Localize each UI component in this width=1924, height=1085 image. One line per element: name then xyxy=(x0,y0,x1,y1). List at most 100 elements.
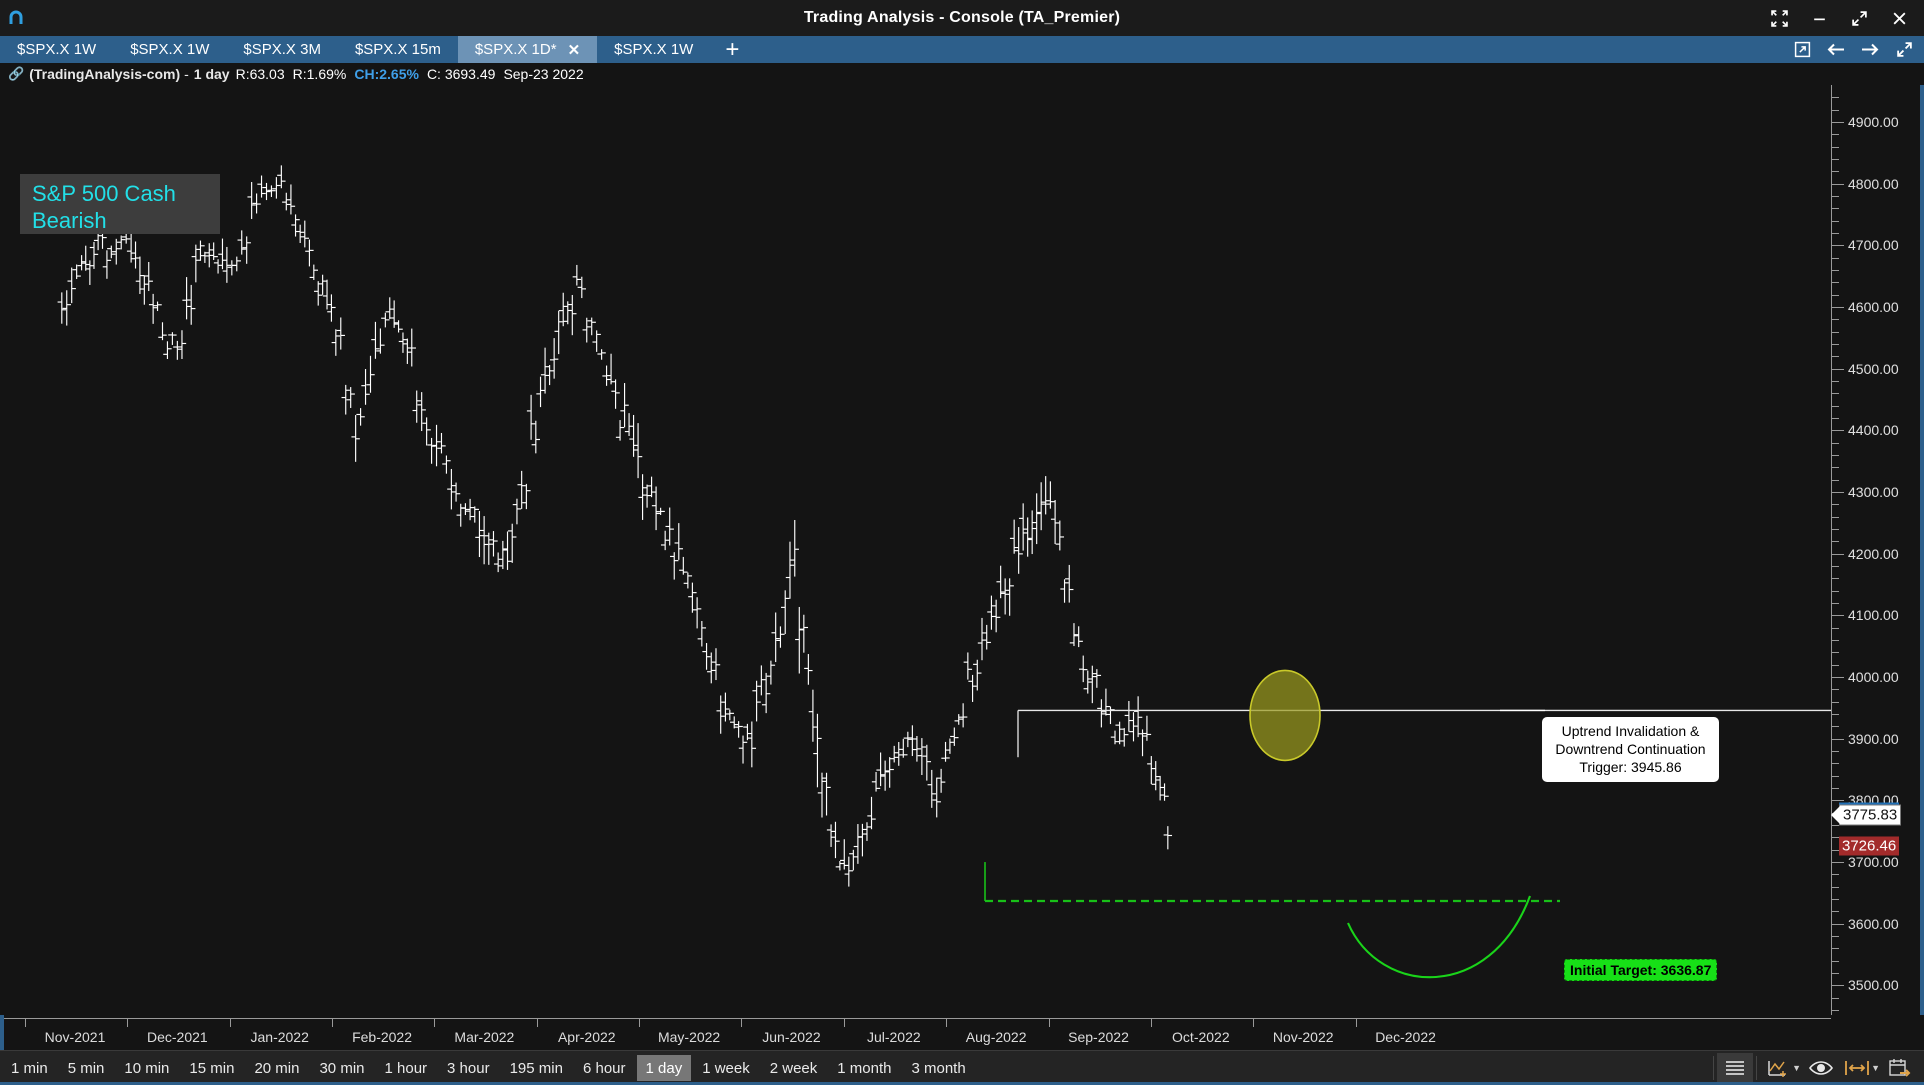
time-tick xyxy=(536,1018,538,1027)
info-date: Sep-23 2022 xyxy=(503,66,584,82)
time-tick-label: Sep-2022 xyxy=(1068,1029,1129,1045)
timeframe-button-1-day[interactable]: 1 day xyxy=(636,1055,692,1081)
breakdown-highlight-ellipse[interactable] xyxy=(1249,669,1321,762)
price-minor-tick xyxy=(1831,714,1839,716)
price-tick-label: 4900.00 xyxy=(1848,114,1899,130)
price-minor-tick xyxy=(1831,331,1839,333)
timeframe-button-1-hour[interactable]: 1 hour xyxy=(376,1055,437,1081)
tab-close-icon[interactable]: ✕ xyxy=(568,41,581,59)
chart-tools-group: ▼ ▼ xyxy=(1710,1051,1918,1085)
forward-arrow-icon[interactable] xyxy=(1858,38,1882,62)
calendar-forward-icon[interactable] xyxy=(1882,1053,1918,1083)
tab-spx-1w-a[interactable]: $SPX.X 1W xyxy=(0,36,113,63)
tab-spx-1w-b[interactable]: $SPX.X 1W xyxy=(113,36,226,63)
study-label-line1: S&P 500 Cash xyxy=(32,181,176,206)
price-minor-tick xyxy=(1831,788,1839,790)
price-minor-tick xyxy=(1831,393,1839,395)
close-icon[interactable] xyxy=(1880,1,1918,35)
price-minor-tick xyxy=(1831,418,1839,420)
price-minor-tick xyxy=(1831,726,1839,728)
time-axis-edge xyxy=(0,1015,4,1050)
price-minor-tick xyxy=(1831,146,1839,148)
price-tick xyxy=(1831,307,1844,309)
price-tick-label: 4600.00 xyxy=(1848,299,1899,316)
fit-dropdown-caret-icon[interactable]: ▼ xyxy=(1871,1063,1880,1073)
chart-info-bar: 🔗 (TradingAnalysis-com) - 1 day R:63.03 … xyxy=(0,63,1924,85)
time-tick xyxy=(1253,1018,1255,1027)
time-axis[interactable]: Nov-2021 Dec-2021 Jan-2022 Feb-2022 Mar-2022… xyxy=(0,1015,1924,1050)
visibility-eye-icon[interactable] xyxy=(1803,1053,1839,1083)
time-tick xyxy=(1355,1018,1357,1027)
tab-spx-15m[interactable]: $SPX.X 15m xyxy=(338,36,458,63)
timeframe-button-15-min[interactable]: 15 min xyxy=(180,1055,243,1081)
tab-bar-controls xyxy=(1790,36,1920,63)
timeframe-button-1-week[interactable]: 1 week xyxy=(693,1055,759,1081)
price-minor-tick xyxy=(1831,109,1839,111)
price-tick xyxy=(1831,738,1844,740)
timeframe-button-5-min[interactable]: 5 min xyxy=(59,1055,114,1081)
prev-close-marker[interactable]: 3726.46 xyxy=(1839,836,1900,856)
price-tick-label: 3500.00 xyxy=(1848,977,1899,994)
popout-window-icon[interactable] xyxy=(1790,38,1814,62)
price-axis[interactable]: 4900.00 4800.00 4700.00 4600.00 4500.00 4400.… xyxy=(1831,85,1924,1015)
tab-label: $SPX.X 1D* xyxy=(474,41,557,58)
price-minor-tick xyxy=(1831,516,1839,518)
callout-line1: Uptrend Invalidation & xyxy=(1561,723,1700,739)
price-tick-label: 4300.00 xyxy=(1848,484,1899,501)
price-tick-label: 4400.00 xyxy=(1848,422,1899,439)
price-tick xyxy=(1831,800,1844,802)
callout-line3: Trigger: 3945.86 xyxy=(1579,759,1682,775)
price-minor-tick xyxy=(1831,763,1839,765)
study-label-box[interactable]: S&P 500 Cash Bearish xyxy=(20,174,220,234)
add-study-dropdown-caret-icon[interactable]: ▼ xyxy=(1792,1063,1801,1073)
time-tick-label: Nov-2022 xyxy=(1272,1029,1334,1045)
timeframe-button-20-min[interactable]: 20 min xyxy=(245,1055,308,1081)
tab-spx-1d-active[interactable]: $SPX.X 1D* ✕ xyxy=(457,36,598,63)
price-tick xyxy=(1831,923,1844,925)
time-tick xyxy=(946,1018,948,1027)
timeframe-button-2-week[interactable]: 2 week xyxy=(761,1055,827,1081)
timeframe-button-3-hour[interactable]: 3 hour xyxy=(438,1055,499,1081)
price-chart-pane[interactable]: S&P 500 Cash Bearish Uptrend Invalidatio… xyxy=(0,85,1831,1015)
timeframe-button-195-min[interactable]: 195 min xyxy=(501,1055,572,1081)
tab-label: $SPX.X 1W xyxy=(130,41,210,58)
tab-spx-1w-c[interactable]: $SPX.X 1W xyxy=(597,36,710,63)
add-tab-button[interactable]: + xyxy=(710,36,754,63)
info-range-percent: R:1.69% xyxy=(292,66,347,82)
restore-down-icon[interactable] xyxy=(1892,38,1916,62)
timeframe-button-1-min[interactable]: 1 min xyxy=(2,1055,57,1081)
timeframe-button-1-month[interactable]: 1 month xyxy=(828,1055,900,1081)
callout-line2: Downtrend Continuation xyxy=(1555,741,1706,757)
last-price-marker[interactable]: 3775.83 xyxy=(1839,804,1902,826)
time-tick-label: Dec-2022 xyxy=(1375,1029,1436,1045)
timeframe-button-6-hour[interactable]: 6 hour xyxy=(574,1055,635,1081)
fit-horizontal-icon[interactable] xyxy=(1839,1053,1875,1083)
collapse-arrows-icon[interactable] xyxy=(1760,1,1798,35)
study-label-line2: Bearish xyxy=(32,208,107,233)
time-tick xyxy=(434,1018,436,1027)
price-tick xyxy=(1831,368,1844,370)
timeframe-button-3-month[interactable]: 3 month xyxy=(902,1055,974,1081)
price-axis-line xyxy=(1831,85,1832,1015)
back-arrow-icon[interactable] xyxy=(1824,38,1848,62)
timeframe-button-10-min[interactable]: 10 min xyxy=(115,1055,178,1081)
price-tick-label: 4500.00 xyxy=(1848,360,1899,377)
price-minor-tick xyxy=(1831,319,1839,321)
tab-spx-3m[interactable]: $SPX.X 3M xyxy=(226,36,338,63)
menu-lines-icon[interactable] xyxy=(1717,1053,1754,1083)
price-tick xyxy=(1831,615,1844,617)
price-minor-tick xyxy=(1831,578,1839,580)
tab-label: $SPX.X 15m xyxy=(354,41,441,58)
price-minor-tick xyxy=(1831,640,1839,642)
add-study-icon[interactable] xyxy=(1760,1053,1796,1083)
time-tick-label: Dec-2021 xyxy=(146,1029,208,1045)
maximize-arrows-icon[interactable] xyxy=(1840,1,1878,35)
timeframe-button-30-min[interactable]: 30 min xyxy=(310,1055,373,1081)
info-source: (TradingAnalysis-com) xyxy=(29,66,181,82)
minimize-icon[interactable] xyxy=(1800,1,1838,35)
price-tick xyxy=(1831,122,1844,123)
time-tick-label: Apr-2022 xyxy=(557,1029,616,1045)
initial-target-label[interactable]: Initial Target: 3636.87 xyxy=(1564,959,1718,981)
trigger-callout-box[interactable]: Uptrend Invalidation & Downtrend Continu… xyxy=(1542,717,1719,782)
price-minor-tick xyxy=(1831,405,1839,407)
